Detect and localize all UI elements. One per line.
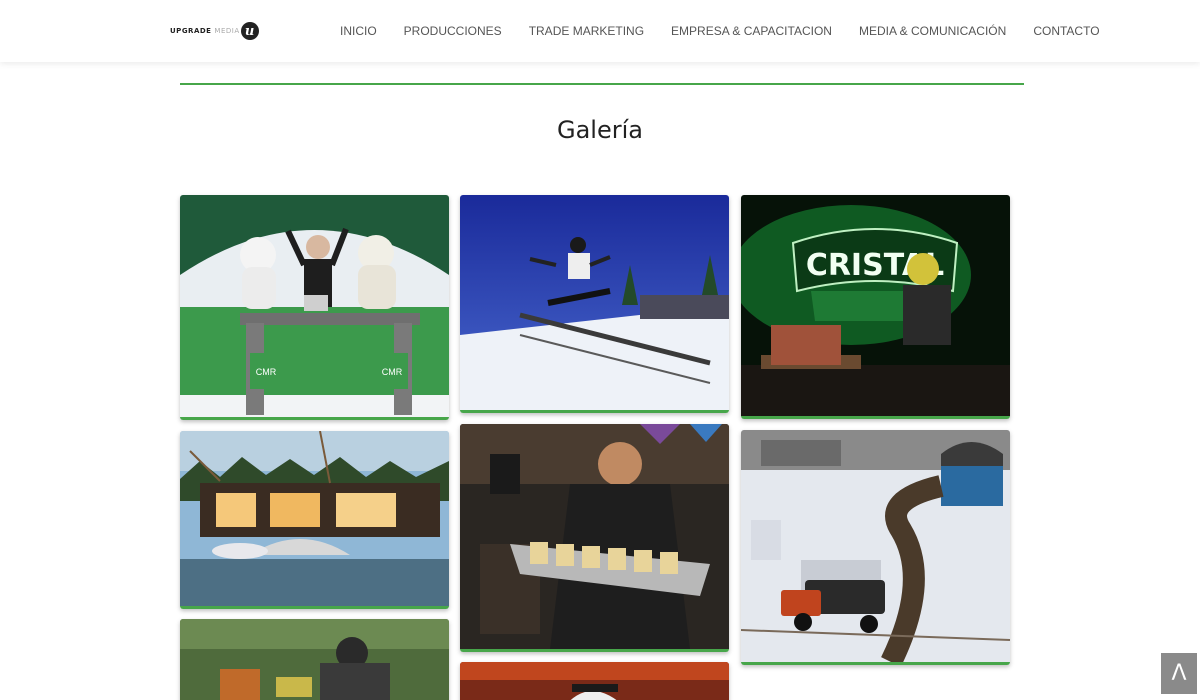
gallery-item-waiter-tray[interactable]	[460, 424, 729, 652]
nav-item-trade-marketing[interactable]: TRADE MARKETING	[529, 24, 644, 38]
gallery-item-motorcycle[interactable]	[180, 619, 449, 700]
cristal-light-event-photo: CRISTAL	[741, 195, 1010, 416]
waiter-tray-photo	[460, 424, 729, 649]
main-nav: INICIO PRODUCCIONES TRADE MARKETING EMPR…	[340, 24, 1100, 38]
gallery-item-cristal-light[interactable]: CRISTAL	[741, 195, 1010, 419]
gallery-item-snow-4x4[interactable]	[741, 430, 1010, 665]
gallery-item-helmet-event[interactable]	[460, 662, 729, 700]
gallery-item-snowboard-rail[interactable]	[460, 195, 729, 413]
gallery-title: Galería	[557, 116, 643, 144]
dj-booth-photo: CMR CMR	[180, 195, 449, 417]
nav-item-empresa-capacitacion[interactable]: EMPRESA & CAPACITACION	[671, 24, 832, 38]
gallery-item-waterfront-stage[interactable]	[180, 431, 449, 609]
site-header: UPGRADE MEDIA u INICIO PRODUCCIONES TRAD…	[0, 0, 1200, 62]
dj-booth-sign-right: CMR	[382, 367, 403, 377]
scroll-to-top-button[interactable]: Λ	[1161, 653, 1197, 694]
nav-item-contacto[interactable]: CONTACTO	[1033, 24, 1099, 38]
chevron-up-icon: Λ	[1171, 661, 1187, 686]
waterfront-stage-photo	[180, 431, 449, 606]
dj-booth-sign-left: CMR	[256, 367, 277, 377]
nav-item-producciones[interactable]: PRODUCCIONES	[404, 24, 502, 38]
helmet-event-photo	[460, 662, 729, 700]
snow-4x4-course-photo	[741, 430, 1010, 662]
nav-item-inicio[interactable]: INICIO	[340, 24, 377, 38]
snowboard-rail-photo	[460, 195, 729, 410]
logo[interactable]: UPGRADE MEDIA u	[170, 20, 259, 42]
section-divider	[180, 83, 1024, 85]
logo-text-main: UPGRADE	[170, 27, 212, 35]
nav-item-media-comunicacion[interactable]: MEDIA & COMUNICACIÓN	[859, 24, 1006, 38]
logo-mark-icon: u	[240, 22, 259, 40]
motorcycle-photo	[180, 619, 449, 700]
gallery-item-dj-booth[interactable]: CMR CMR	[180, 195, 449, 420]
logo-text-media: MEDIA	[214, 27, 240, 35]
